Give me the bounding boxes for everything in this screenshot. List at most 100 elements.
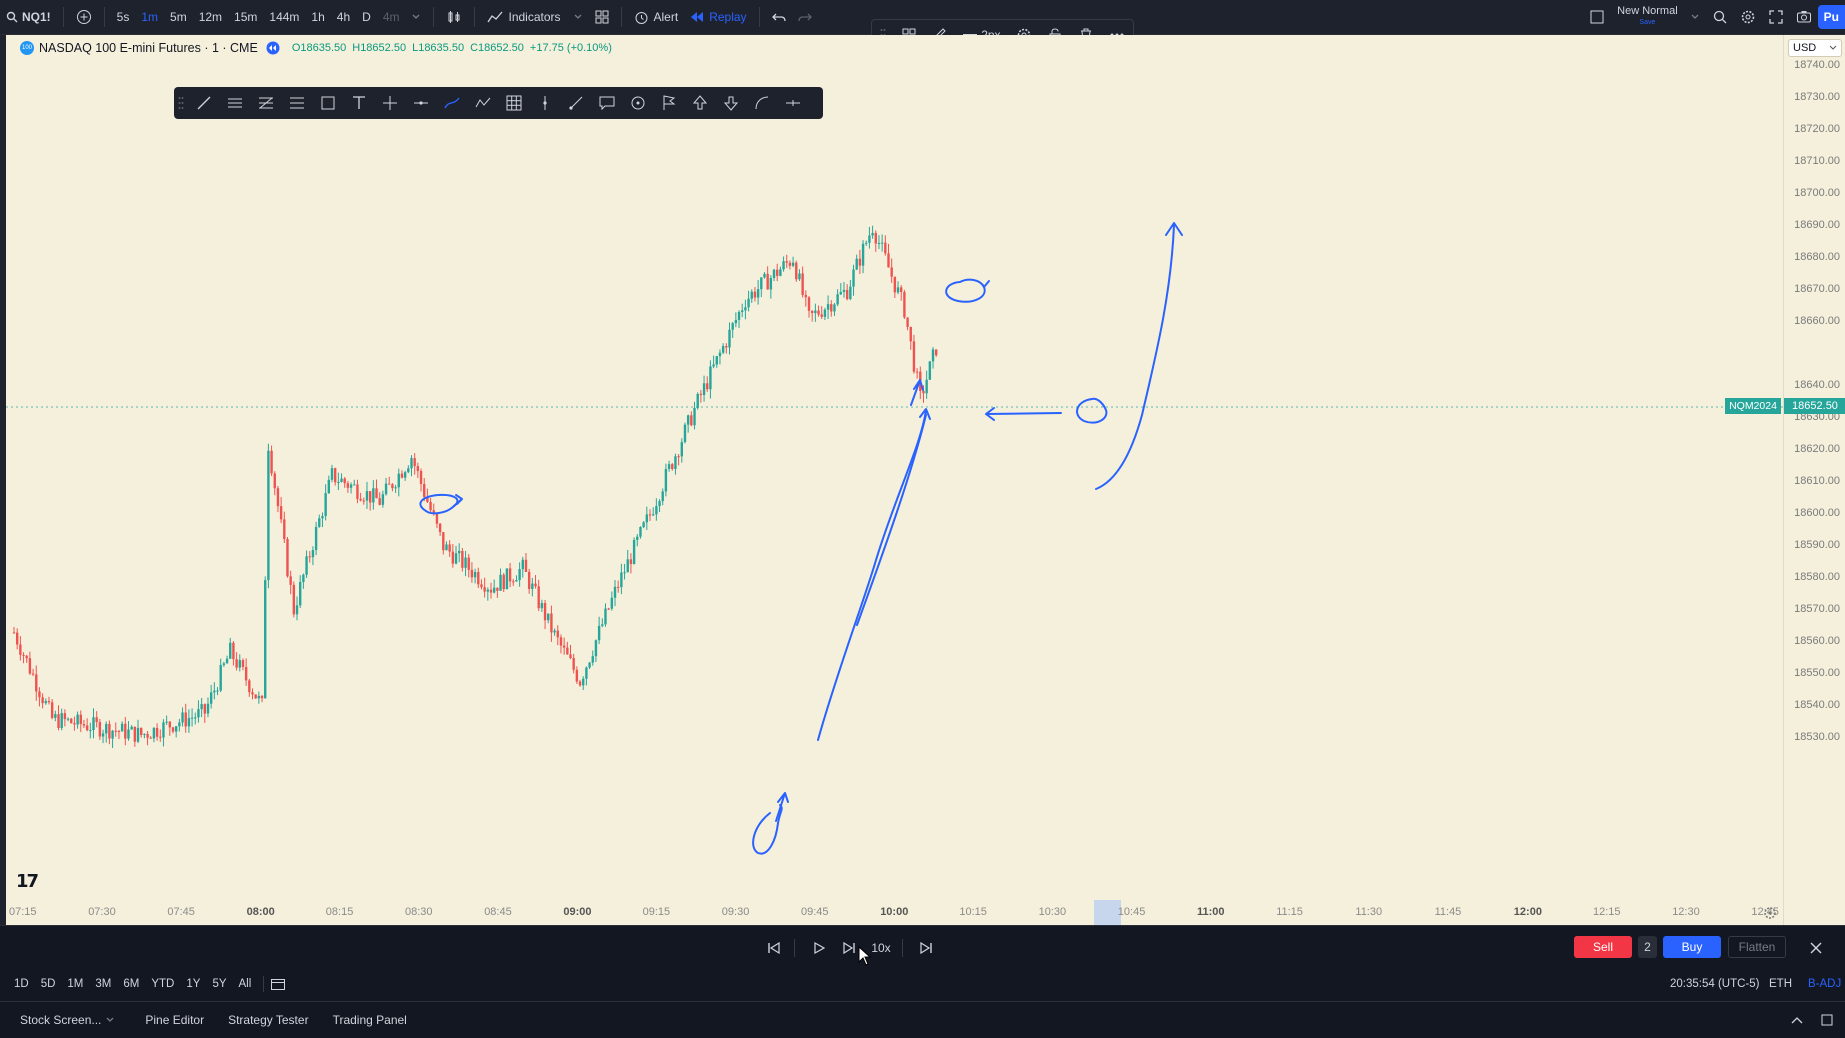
price-chart[interactable] bbox=[6, 35, 1783, 925]
chevron-down-icon[interactable] bbox=[105, 1015, 115, 1025]
chart-pane[interactable]: 100 NASDAQ 100 E-mini Futures · 1 · CME … bbox=[6, 35, 1783, 925]
tab-stock-screener[interactable]: Stock Screen... bbox=[20, 1013, 101, 1027]
fullscreen-button[interactable] bbox=[1762, 0, 1790, 34]
quick-search-button[interactable] bbox=[1706, 0, 1734, 34]
maximize-panel-icon[interactable] bbox=[1820, 1013, 1834, 1027]
undo-button[interactable] bbox=[766, 0, 792, 34]
measure-tool-icon[interactable] bbox=[777, 87, 808, 119]
replay-play-button[interactable] bbox=[808, 937, 830, 959]
interval-1m[interactable]: 1m bbox=[135, 0, 164, 34]
candle-body bbox=[470, 569, 474, 578]
square-icon bbox=[1590, 10, 1604, 24]
ray-tool-icon[interactable] bbox=[560, 87, 591, 119]
range-5d[interactable]: 5D bbox=[41, 978, 62, 990]
replay-forward-button[interactable] bbox=[838, 937, 860, 959]
sell-button[interactable]: Sell bbox=[1574, 936, 1632, 958]
layout-name-button[interactable]: New Normal Save bbox=[1611, 0, 1684, 34]
arrow-down-tool-icon[interactable] bbox=[715, 87, 746, 119]
circle-tool-icon[interactable] bbox=[622, 87, 653, 119]
range-1y[interactable]: 1Y bbox=[186, 978, 206, 990]
axis-settings-icon[interactable] bbox=[1763, 906, 1777, 920]
tab-pine-editor[interactable]: Pine Editor bbox=[145, 1013, 204, 1027]
range-3m[interactable]: 3M bbox=[95, 978, 117, 990]
trendline-tool-icon[interactable] bbox=[188, 87, 219, 119]
quantity-field[interactable]: 2 bbox=[1638, 936, 1657, 958]
rectangle-tool-icon[interactable] bbox=[312, 87, 343, 119]
candle-body bbox=[279, 506, 283, 520]
callout-tool-icon[interactable] bbox=[591, 87, 622, 119]
candle-body bbox=[756, 289, 760, 298]
interval-15m[interactable]: 15m bbox=[228, 0, 263, 34]
interval-4m[interactable]: 4m bbox=[377, 0, 406, 34]
symbol-search[interactable]: NQ1! bbox=[0, 0, 57, 34]
candle-body bbox=[623, 572, 626, 574]
adjustment-toggle[interactable]: B-ADJ bbox=[1808, 978, 1841, 990]
interval-12m[interactable]: 12m bbox=[193, 0, 228, 34]
interval-5m[interactable]: 5m bbox=[164, 0, 193, 34]
clock[interactable]: 20:35:54 (UTC-5) bbox=[1670, 978, 1759, 990]
snapshot-button[interactable] bbox=[1790, 0, 1818, 34]
search-icon bbox=[6, 11, 18, 23]
interval-144m[interactable]: 144m bbox=[263, 0, 305, 34]
publish-button[interactable]: Pu bbox=[1817, 5, 1845, 29]
tab-strategy-tester[interactable]: Strategy Tester bbox=[228, 1013, 308, 1027]
candle-body bbox=[229, 642, 232, 659]
parallel-channel-tool-icon[interactable] bbox=[219, 87, 250, 119]
arc-tool-icon[interactable] bbox=[746, 87, 777, 119]
path-tool-icon[interactable] bbox=[467, 87, 498, 119]
candle-body bbox=[308, 556, 311, 558]
range-6m[interactable]: 6M bbox=[123, 978, 145, 990]
range-1d[interactable]: 1D bbox=[14, 978, 35, 990]
goto-date-button[interactable] bbox=[270, 977, 286, 991]
drag-handle-icon[interactable] bbox=[174, 87, 188, 119]
vertical-line-tool-icon[interactable] bbox=[529, 87, 560, 119]
replay-jump-back-button[interactable] bbox=[763, 937, 785, 959]
flatten-button[interactable]: Flatten bbox=[1728, 936, 1786, 958]
horizontal-line-tool-icon[interactable] bbox=[405, 87, 436, 119]
session-toggle[interactable]: ETH bbox=[1769, 978, 1792, 990]
jump-to-start-icon bbox=[768, 942, 780, 954]
symbol-legend[interactable]: 100 NASDAQ 100 E-mini Futures · 1 · CME … bbox=[20, 41, 612, 55]
chevron-up-icon[interactable] bbox=[1790, 1015, 1804, 1025]
alert-button[interactable]: Alert bbox=[628, 0, 685, 34]
replay-jump-realtime-button[interactable] bbox=[915, 937, 937, 959]
close-replay-button[interactable] bbox=[1805, 937, 1827, 959]
range-1m[interactable]: 1M bbox=[67, 978, 89, 990]
grid-tool-icon[interactable] bbox=[498, 87, 529, 119]
brush-tool-icon[interactable] bbox=[436, 87, 467, 119]
candle-body bbox=[213, 690, 216, 693]
arrow-up-tool-icon[interactable] bbox=[684, 87, 715, 119]
range-ytd[interactable]: YTD bbox=[151, 978, 180, 990]
settings-button[interactable] bbox=[1734, 0, 1762, 34]
compare-button[interactable] bbox=[70, 0, 98, 34]
interval-d[interactable]: D bbox=[356, 0, 377, 34]
interval-1h[interactable]: 1h bbox=[305, 0, 330, 34]
range-all[interactable]: All bbox=[239, 978, 258, 990]
fib-retracement-tool-icon[interactable] bbox=[250, 87, 281, 119]
replay-button[interactable]: Replay bbox=[684, 0, 752, 34]
indicators-button[interactable]: Indicators bbox=[481, 0, 566, 34]
indicators-dropdown[interactable] bbox=[567, 0, 589, 34]
interval-5s[interactable]: 5s bbox=[111, 0, 136, 34]
candle-body bbox=[168, 721, 172, 728]
currency-selector[interactable]: USD bbox=[1788, 39, 1842, 57]
text-tool-icon[interactable] bbox=[343, 87, 374, 119]
range-5y[interactable]: 5Y bbox=[212, 978, 232, 990]
layout-dropdown[interactable] bbox=[1684, 0, 1706, 34]
interval-dropdown[interactable] bbox=[405, 0, 427, 34]
interval-4h[interactable]: 4h bbox=[331, 0, 356, 34]
fib-extension-tool-icon[interactable] bbox=[281, 87, 312, 119]
flag-tool-icon[interactable] bbox=[653, 87, 684, 119]
price-tick-label: 18530.00 bbox=[1794, 731, 1840, 743]
candle-body bbox=[750, 291, 753, 299]
candle-body bbox=[871, 232, 874, 236]
price-axis[interactable]: USD 18740.00 18730.00 18720.00 18710.00 1870… bbox=[1783, 35, 1845, 925]
redo-button[interactable] bbox=[792, 0, 818, 34]
buy-button[interactable]: Buy bbox=[1663, 936, 1721, 958]
tab-trading-panel[interactable]: Trading Panel bbox=[333, 1013, 407, 1027]
layout-toggle[interactable] bbox=[1583, 0, 1611, 34]
chart-type-button[interactable] bbox=[440, 0, 468, 34]
crosshair-tool-icon[interactable] bbox=[374, 87, 405, 119]
candle-body bbox=[550, 613, 553, 633]
templates-button[interactable] bbox=[589, 0, 615, 34]
